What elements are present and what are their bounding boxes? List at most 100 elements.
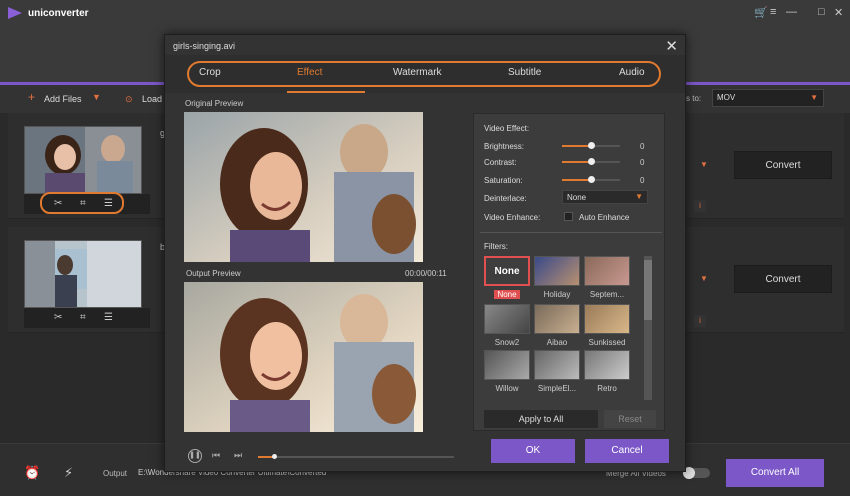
file-thumbnail[interactable]	[24, 240, 142, 308]
saturation-label: Saturation:	[484, 176, 523, 185]
playback-controls: ❚❚ ⏮ ⏭	[184, 449, 456, 465]
brightness-label: Brightness:	[484, 142, 525, 151]
scissors-icon[interactable]: ✂	[54, 312, 62, 323]
output-format-select[interactable]: MOV ▼	[712, 89, 824, 107]
dialog-title: girls-singing.avi	[173, 41, 236, 51]
cart-icon[interactable]: 🛒	[754, 6, 768, 19]
video-enhance-label: Video Enhance:	[484, 213, 541, 222]
file-thumbnail[interactable]	[24, 126, 142, 194]
add-icon[interactable]: +	[28, 90, 35, 104]
apply-to-all-button[interactable]: Apply to All	[484, 410, 598, 428]
crop-icon[interactable]: ⌗	[80, 312, 86, 323]
deinterlace-select[interactable]: None ▼	[562, 190, 648, 204]
scrubber-handle[interactable]	[271, 454, 277, 459]
info-icon[interactable]: i	[694, 315, 706, 327]
ok-button[interactable]: OK	[491, 439, 575, 463]
output-preview	[184, 282, 423, 432]
filter-name: Aibao	[546, 338, 568, 347]
deinterlace-label: Deinterlace:	[484, 194, 527, 203]
convert-button[interactable]: Convert	[734, 265, 832, 293]
filter-aibao-thumbnail[interactable]	[534, 304, 580, 334]
format-dropdown-icon[interactable]: ▼	[700, 274, 708, 283]
filter-retro-thumbnail[interactable]	[584, 350, 630, 380]
load-icon[interactable]: ⊙	[125, 94, 133, 105]
slider-handle[interactable]	[588, 176, 595, 183]
info-icon[interactable]: i	[694, 200, 706, 212]
filter-none-thumbnail[interactable]: None	[484, 256, 530, 286]
original-preview	[184, 112, 423, 262]
title-bar: uniconverter 🛒 ≡ — □ ✕	[0, 0, 850, 28]
merge-toggle[interactable]	[683, 467, 710, 479]
playback-scrubber[interactable]	[258, 454, 454, 459]
format-dropdown-icon[interactable]: ▼	[700, 160, 708, 169]
saturation-value: 0	[640, 176, 645, 185]
pause-icon[interactable]: ❚❚	[188, 449, 202, 463]
scrollbar-thumb[interactable]	[644, 260, 652, 320]
chevron-down-icon: ▼	[810, 93, 818, 102]
convert-all-button[interactable]: Convert All	[726, 459, 824, 487]
auto-enhance-label: Auto Enhance	[579, 213, 630, 222]
effect-dialog: girls-singing.avi ✕ Crop Effect Watermar…	[164, 34, 686, 472]
contrast-value: 0	[640, 158, 645, 167]
app-name: uniconverter	[28, 8, 89, 19]
add-files-button[interactable]: Add Files	[44, 94, 82, 104]
filter-holiday-thumbnail[interactable]	[534, 256, 580, 286]
filters-label: Filters:	[484, 242, 508, 251]
contrast-slider[interactable]	[562, 158, 620, 165]
slider-fill	[562, 161, 591, 163]
chevron-down-icon: ▼	[635, 192, 643, 201]
auto-enhance-checkbox[interactable]	[564, 212, 573, 221]
filter-simpleelegant-thumbnail[interactable]	[534, 350, 580, 380]
lightning-icon[interactable]: ⚡	[64, 465, 73, 481]
deinterlace-value: None	[567, 193, 587, 202]
slider-handle[interactable]	[588, 158, 595, 165]
previous-icon[interactable]: ⏮	[212, 450, 220, 461]
filter-willow-thumbnail[interactable]	[484, 350, 530, 380]
thumbnail-tools: ✂ ⌗ ☰	[24, 308, 150, 328]
filter-name: Willow	[495, 384, 519, 393]
settings-sliders-icon[interactable]: ☰	[104, 198, 113, 209]
close-icon[interactable]: ✕	[834, 6, 843, 19]
crop-icon[interactable]: ⌗	[80, 198, 86, 209]
video-effect-label: Video Effect:	[484, 124, 530, 133]
menu-icon[interactable]: ≡	[770, 6, 776, 18]
maximize-icon[interactable]: □	[818, 6, 825, 18]
add-files-dropdown-icon[interactable]: ▼	[92, 92, 101, 102]
next-icon[interactable]: ⏭	[234, 450, 242, 461]
divider	[480, 232, 662, 233]
slider-handle[interactable]	[588, 142, 595, 149]
cancel-button[interactable]: Cancel	[585, 439, 669, 463]
convert-button[interactable]: Convert	[734, 151, 832, 179]
thumbnail-tools: ✂ ⌗ ☰	[24, 192, 150, 214]
tab-crop[interactable]: Crop	[199, 67, 221, 78]
output-format-value: MOV	[717, 93, 736, 102]
original-preview-label: Original Preview	[185, 99, 244, 108]
effect-settings-panel: Video Effect: Brightness: 0 Contrast: 0 …	[473, 113, 665, 431]
alarm-clock-icon[interactable]: ⏰	[24, 465, 40, 481]
minimize-icon[interactable]: —	[786, 6, 797, 18]
filter-snow2-thumbnail[interactable]	[484, 304, 530, 334]
tab-watermark[interactable]: Watermark	[393, 67, 442, 78]
tab-effect[interactable]: Effect	[297, 67, 322, 78]
filter-sunkissed-thumbnail[interactable]	[584, 304, 630, 334]
saturation-slider[interactable]	[562, 176, 620, 183]
output-label: Output	[103, 469, 128, 478]
close-icon[interactable]: ✕	[665, 37, 678, 55]
filter-name: None	[494, 290, 520, 299]
settings-sliders-icon[interactable]: ☰	[104, 312, 113, 323]
active-tab-indicator	[287, 91, 365, 93]
scissors-icon[interactable]: ✂	[54, 198, 62, 209]
filter-name: Snow2	[494, 338, 520, 347]
filter-name: Retro	[597, 384, 617, 393]
brightness-slider[interactable]	[562, 142, 620, 149]
reset-button[interactable]: Reset	[604, 410, 656, 428]
load-button[interactable]: Load	[142, 94, 162, 104]
filter-name: Septem...	[589, 290, 625, 299]
tab-subtitle[interactable]: Subtitle	[508, 67, 541, 78]
tab-audio[interactable]: Audio	[619, 67, 645, 78]
filter-name: SimpleEl...	[537, 384, 577, 393]
filter-name: Sunkissed	[588, 338, 626, 347]
time-readout: 00:00/00:11	[405, 269, 447, 278]
filters-scrollbar[interactable]	[644, 256, 652, 400]
filter-september-thumbnail[interactable]	[584, 256, 630, 286]
